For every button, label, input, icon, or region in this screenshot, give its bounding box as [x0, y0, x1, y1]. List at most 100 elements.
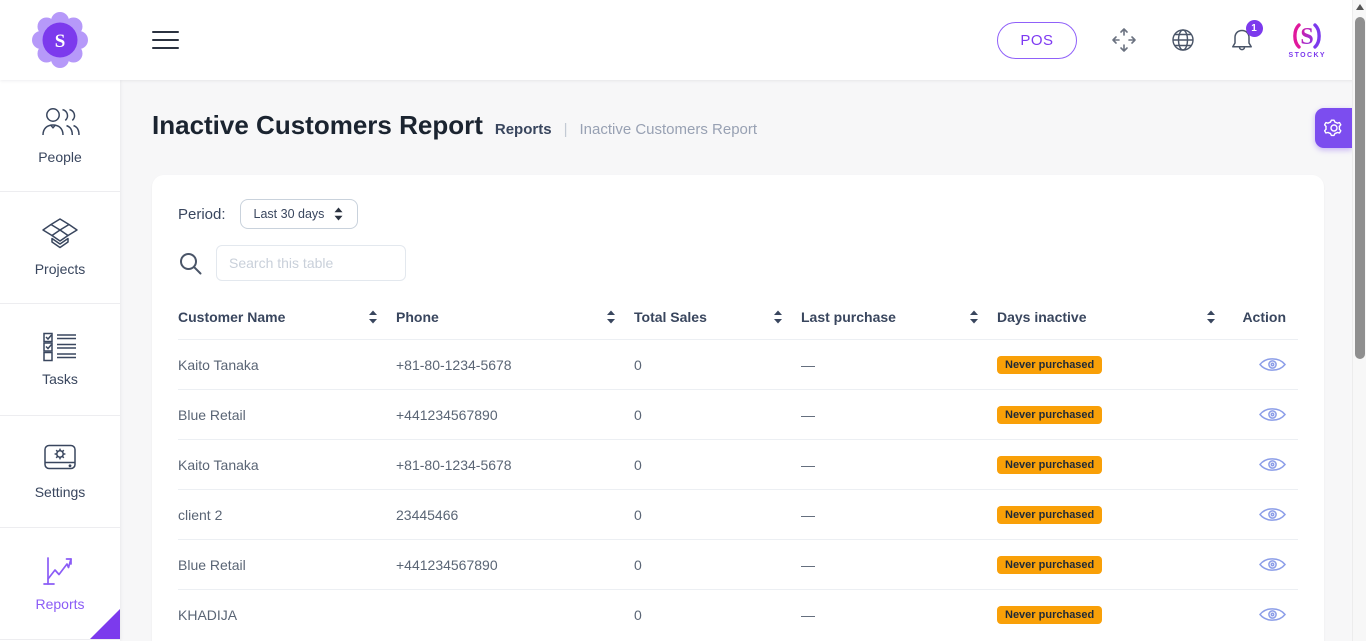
- app-logo[interactable]: S: [32, 12, 88, 68]
- sort-icon[interactable]: [368, 310, 378, 324]
- period-filter-row: Period: Last 30 days: [178, 199, 1298, 229]
- menu-toggle-icon[interactable]: [152, 29, 179, 51]
- settings-icon: [42, 443, 78, 475]
- column-header-total-sales[interactable]: Total Sales: [634, 309, 801, 325]
- cell-customer-name: KHADIJA: [178, 607, 396, 623]
- period-select[interactable]: Last 30 days: [240, 199, 359, 229]
- sidebar-item-tasks[interactable]: Tasks: [0, 304, 120, 416]
- sort-icon[interactable]: [1206, 310, 1216, 324]
- sidebar-item-label: People: [38, 149, 82, 165]
- cell-last-purchase: —: [801, 607, 997, 623]
- cell-action: [1234, 606, 1298, 623]
- table-search-input[interactable]: [216, 245, 406, 281]
- notifications-bell-icon[interactable]: 1: [1229, 27, 1255, 53]
- sort-icon[interactable]: [969, 310, 979, 324]
- table-header-row: Customer Name Phone Total Sales Last pur…: [178, 303, 1298, 339]
- cell-customer-name: Kaito Tanaka: [178, 457, 396, 473]
- view-details-button[interactable]: [1259, 506, 1286, 523]
- cell-action: [1234, 556, 1298, 573]
- report-card: Period: Last 30 days Customer Name: [152, 175, 1324, 641]
- pos-button[interactable]: POS: [997, 22, 1076, 59]
- cell-last-purchase: —: [801, 407, 997, 423]
- stocky-brand-name: STOCKY: [1289, 52, 1326, 59]
- cell-total-sales: 0: [634, 357, 801, 373]
- scrollbar-up-arrow-icon[interactable]: [1356, 4, 1364, 10]
- stocky-s-icon: S: [1289, 21, 1325, 51]
- period-label: Period:: [178, 206, 226, 223]
- notification-count-badge: 1: [1246, 20, 1263, 37]
- tasks-icon: [42, 332, 78, 362]
- page-title-row: Inactive Customers Report Reports | Inac…: [152, 110, 1352, 141]
- cell-phone: +441234567890: [396, 407, 634, 423]
- cell-action: [1234, 356, 1298, 373]
- sidebar-item-label: Tasks: [42, 371, 78, 387]
- view-details-button[interactable]: [1259, 456, 1286, 473]
- sidebar-item-label: Settings: [35, 484, 86, 500]
- sidebar-item-settings[interactable]: Settings: [0, 416, 120, 528]
- column-header-last-purchase[interactable]: Last purchase: [801, 309, 997, 325]
- sidebar-item-reports[interactable]: Reports: [0, 528, 120, 640]
- cell-phone: +441234567890: [396, 557, 634, 573]
- view-details-button[interactable]: [1259, 356, 1286, 373]
- column-header-days-inactive[interactable]: Days inactive: [997, 309, 1234, 325]
- cell-total-sales: 0: [634, 557, 801, 573]
- table-row: Kaito Tanaka +81-80-1234-5678 0 — Never …: [178, 439, 1298, 489]
- projects-icon: [41, 218, 79, 252]
- cell-action: [1234, 456, 1298, 473]
- sidebar-item-label: Projects: [35, 261, 86, 277]
- table-row: client 2 23445466 0 — Never purchased: [178, 489, 1298, 539]
- cell-total-sales: 0: [634, 407, 801, 423]
- cell-customer-name: Kaito Tanaka: [178, 357, 396, 373]
- cell-days-inactive: Never purchased: [997, 555, 1234, 574]
- gear-icon: [1324, 118, 1344, 138]
- eye-icon: [1259, 406, 1286, 423]
- search-row: [178, 245, 1298, 281]
- never-purchased-badge: Never purchased: [997, 456, 1102, 474]
- customizer-gear-button[interactable]: [1315, 108, 1352, 148]
- flower-logo-icon: S: [32, 12, 88, 68]
- sidebar-item-label: Reports: [35, 596, 84, 612]
- breadcrumb-separator: |: [564, 121, 568, 138]
- cell-days-inactive: Never purchased: [997, 355, 1234, 374]
- sidebar-item-people[interactable]: People: [0, 80, 120, 192]
- sort-icon[interactable]: [773, 310, 783, 324]
- view-details-button[interactable]: [1259, 556, 1286, 573]
- search-icon: [178, 251, 203, 276]
- top-header: S POS 1: [0, 0, 1366, 80]
- cell-days-inactive: Never purchased: [997, 455, 1234, 474]
- never-purchased-badge: Never purchased: [997, 556, 1102, 574]
- globe-icon[interactable]: [1171, 28, 1195, 52]
- never-purchased-badge: Never purchased: [997, 406, 1102, 424]
- view-details-button[interactable]: [1259, 406, 1286, 423]
- eye-icon: [1259, 506, 1286, 523]
- column-header-phone[interactable]: Phone: [396, 309, 634, 325]
- svg-text:S: S: [55, 31, 66, 52]
- column-header-customer-name[interactable]: Customer Name: [178, 309, 396, 325]
- stocky-brand-logo[interactable]: S STOCKY: [1289, 21, 1326, 59]
- cell-customer-name: Blue Retail: [178, 557, 396, 573]
- eye-icon: [1259, 456, 1286, 473]
- table-row: KHADIJA 0 — Never purchased: [178, 589, 1298, 639]
- page-scrollbar[interactable]: [1352, 0, 1366, 641]
- sort-icon[interactable]: [606, 310, 616, 324]
- cell-last-purchase: —: [801, 507, 997, 523]
- table-row: Kaito Tanaka +81-80-1234-5678 0 — Never …: [178, 339, 1298, 389]
- fullscreen-move-icon[interactable]: [1111, 27, 1137, 53]
- cell-last-purchase: —: [801, 557, 997, 573]
- cell-phone: +81-80-1234-5678: [396, 457, 634, 473]
- never-purchased-badge: Never purchased: [997, 606, 1102, 624]
- header-actions: POS 1: [997, 0, 1326, 80]
- scrollbar-thumb[interactable]: [1355, 17, 1365, 359]
- updown-arrows-icon: [333, 207, 344, 221]
- cell-customer-name: Blue Retail: [178, 407, 396, 423]
- view-details-button[interactable]: [1259, 606, 1286, 623]
- reports-icon: [42, 555, 78, 587]
- breadcrumb-section[interactable]: Reports: [495, 121, 552, 138]
- sidebar-item-projects[interactable]: Projects: [0, 192, 120, 304]
- period-value: Last 30 days: [254, 207, 325, 221]
- table-row: Blue Retail +441234567890 0 — Never purc…: [178, 539, 1298, 589]
- table-body: Kaito Tanaka +81-80-1234-5678 0 — Never …: [178, 339, 1298, 639]
- cell-total-sales: 0: [634, 507, 801, 523]
- eye-icon: [1259, 356, 1286, 373]
- never-purchased-badge: Never purchased: [997, 356, 1102, 374]
